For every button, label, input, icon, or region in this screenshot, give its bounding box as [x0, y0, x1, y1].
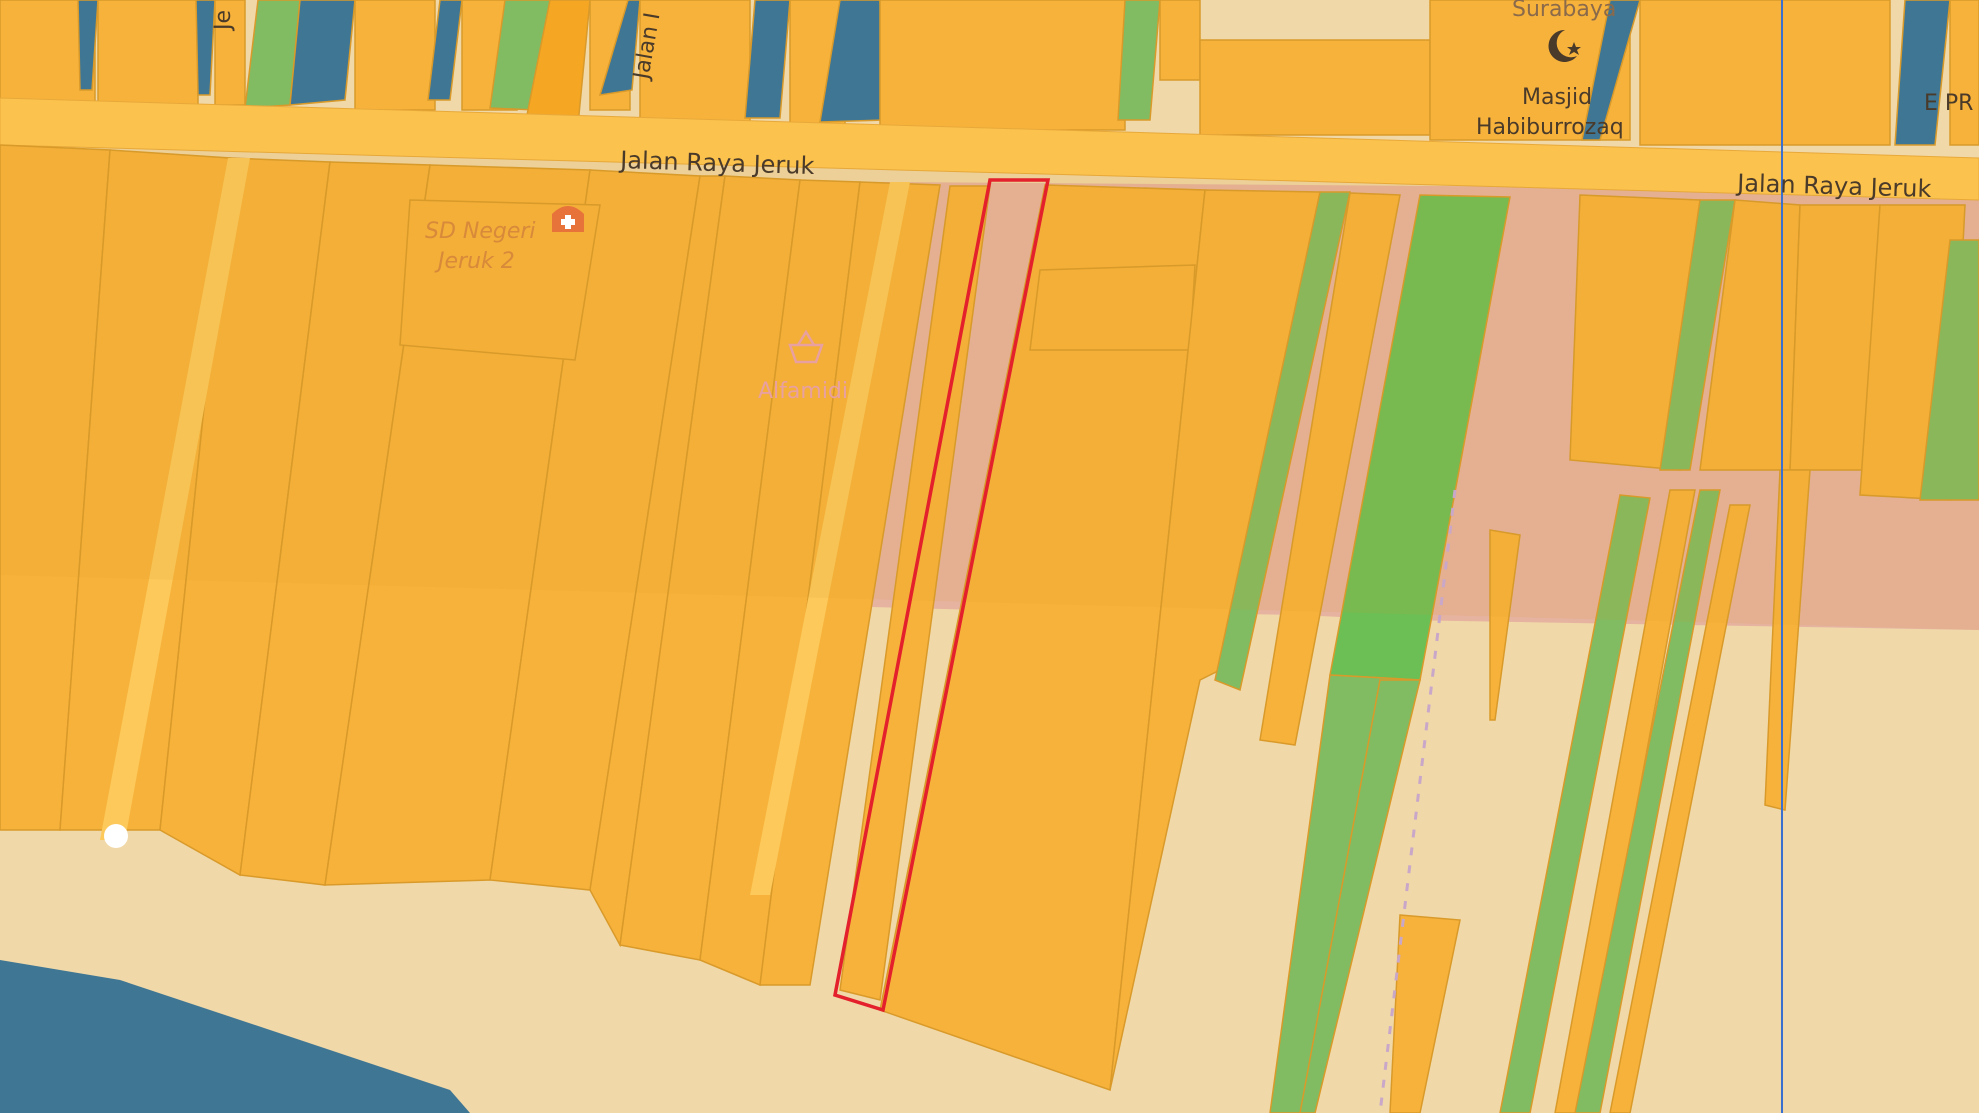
partial-label-epr: E PR [1924, 91, 1973, 116]
poi-school-name2: Jeruk 2 [434, 249, 515, 274]
poi-masjid-name: Masjid [1522, 85, 1592, 110]
poi-school-name: SD Negeri [425, 219, 536, 244]
poi-alfamidi-name: Alfamidi [758, 379, 848, 404]
partial-label-surabaya: Surabaya [1512, 0, 1616, 22]
road-label-4: Je [211, 10, 236, 32]
parcel-tint-band [0, 145, 1979, 630]
map-canvas[interactable]: Jalan Raya Jeruk Jalan Raya Jeruk Jalan … [0, 0, 1979, 1113]
poi-masjid-name2: Habiburrozaq [1476, 115, 1624, 140]
map-marker-dot[interactable] [104, 824, 128, 848]
